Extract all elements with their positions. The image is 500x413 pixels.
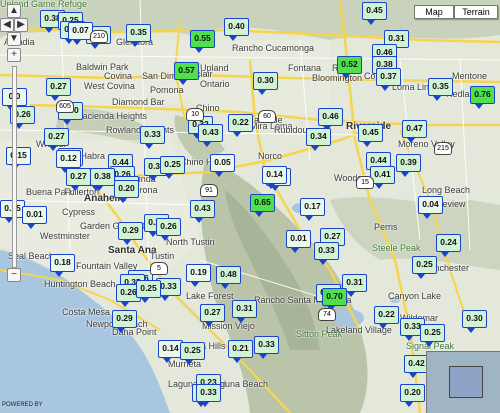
highway-shield: 605 xyxy=(56,100,74,113)
rainfall-marker[interactable]: 0.21 xyxy=(228,340,253,363)
rainfall-marker[interactable]: 0.33 xyxy=(140,126,165,149)
place-label: Costa Mesa xyxy=(62,307,111,317)
place-label: Mentone xyxy=(452,71,488,81)
place-label: Tustin xyxy=(150,251,175,261)
rainfall-marker[interactable]: 0.43 xyxy=(198,124,223,147)
overview-map[interactable] xyxy=(426,351,500,413)
map-view-button[interactable]: Map xyxy=(414,5,454,19)
rainfall-marker[interactable]: 0.34 xyxy=(306,128,331,151)
rainfall-marker[interactable]: 0.27 xyxy=(66,168,91,191)
place-label: Canyon Lake xyxy=(388,291,442,301)
rainfall-marker[interactable]: 0.29 xyxy=(118,222,143,245)
place-label: Lake Forest xyxy=(186,291,234,301)
place-label: Huntington Beach xyxy=(44,279,116,289)
rainfall-marker[interactable]: 0.04 xyxy=(418,196,443,219)
rainfall-marker[interactable]: 0.48 xyxy=(216,266,241,289)
rainfall-marker[interactable]: 0.70 xyxy=(322,288,347,311)
place-label: Pomona xyxy=(150,85,184,95)
rainfall-marker[interactable]: 0.39 xyxy=(396,154,421,177)
rainfall-marker[interactable]: 0.20 xyxy=(114,180,139,203)
rainfall-marker[interactable]: 0.17 xyxy=(300,198,325,221)
highway-shield: 10 xyxy=(186,108,204,121)
rainfall-marker[interactable]: 0.14 xyxy=(262,166,287,189)
pan-down-button[interactable]: ▼ xyxy=(7,32,21,46)
place-label: Long Beach xyxy=(422,185,471,195)
rainfall-marker[interactable]: 0.27 xyxy=(200,304,225,327)
rainfall-marker[interactable]: 0.24 xyxy=(436,234,461,257)
rainfall-marker[interactable]: 0.52 xyxy=(337,56,362,79)
rainfall-marker[interactable]: 0.43 xyxy=(190,200,215,223)
zoom-out-button[interactable]: − xyxy=(7,268,21,282)
place-label: Fontana xyxy=(288,63,322,73)
rainfall-marker[interactable]: 0.35 xyxy=(126,24,151,47)
rainfall-marker[interactable]: 0.22 xyxy=(374,306,399,329)
highway-shield: 91 xyxy=(200,184,218,197)
rainfall-marker[interactable]: 0.12 xyxy=(56,150,81,173)
place-label: Bloomington xyxy=(312,73,363,83)
rainfall-marker[interactable]: 0.05 xyxy=(210,154,235,177)
map-canvas[interactable]: ArcadiaGlendoraRancho CucamongaFontanaRi… xyxy=(0,0,500,413)
highway-shield: 5 xyxy=(150,262,168,275)
powered-by-label: POWERED BY xyxy=(2,402,43,408)
place-label: West Covina xyxy=(84,81,135,91)
rainfall-marker[interactable]: 0.27 xyxy=(44,128,69,151)
rainfall-marker[interactable]: 0.18 xyxy=(50,254,75,277)
rainfall-marker[interactable]: 0.40 xyxy=(224,18,249,41)
rainfall-marker[interactable]: 0.22 xyxy=(228,114,253,137)
zoom-in-button[interactable]: + xyxy=(7,48,21,62)
rainfall-marker[interactable]: 0.33 xyxy=(196,384,221,407)
rainfall-marker[interactable]: 0.15 xyxy=(6,147,31,170)
highway-shield: 15 xyxy=(356,176,374,189)
rainfall-marker[interactable]: 0.45 xyxy=(362,2,387,25)
rainfall-marker[interactable]: 0.30 xyxy=(253,72,278,95)
highway-shield: 210 xyxy=(90,30,108,43)
place-label: Rancho Cucamonga xyxy=(232,43,315,53)
rainfall-marker[interactable]: 0.76 xyxy=(470,86,495,109)
highway-shield: 215 xyxy=(434,142,452,155)
rainfall-marker[interactable]: 0.45 xyxy=(358,124,383,147)
place-label: Ontario xyxy=(200,79,230,89)
place-label: Steele Peak xyxy=(372,243,421,253)
highway-shield: 60 xyxy=(258,110,276,123)
highway-shield: 74 xyxy=(318,308,336,321)
rainfall-marker[interactable]: 0.01 xyxy=(22,206,47,229)
rainfall-marker[interactable]: 0.20 xyxy=(400,384,425,407)
rainfall-marker[interactable]: 0.25 xyxy=(180,342,205,365)
rainfall-marker[interactable]: 0.37 xyxy=(376,68,401,91)
overview-viewport-box[interactable] xyxy=(449,366,483,398)
place-label: Covina xyxy=(104,71,133,81)
rainfall-marker[interactable]: 0.27 xyxy=(46,78,71,101)
rainfall-marker[interactable]: 0.33 xyxy=(254,336,279,359)
rainfall-marker[interactable]: 0.29 xyxy=(112,310,137,333)
rainfall-marker[interactable]: 0.19 xyxy=(186,264,211,287)
pan-right-button[interactable]: ▶ xyxy=(14,18,28,32)
pan-up-button[interactable]: ▲ xyxy=(7,4,21,18)
rainfall-marker[interactable]: 0.31 xyxy=(232,300,257,323)
rainfall-marker[interactable]: 0.57 xyxy=(174,62,199,85)
rainfall-marker[interactable]: 0.65 xyxy=(250,194,275,217)
rainfall-marker[interactable]: 0.38 xyxy=(90,168,115,191)
rainfall-marker[interactable]: 0.25 xyxy=(412,256,437,279)
rainfall-marker[interactable]: 0.30 xyxy=(462,310,487,333)
rainfall-marker[interactable]: 0.01 xyxy=(286,230,311,253)
rainfall-marker[interactable]: 0.25 xyxy=(420,324,445,347)
rainfall-marker[interactable]: 0.25 xyxy=(136,280,161,303)
place-label: Norco xyxy=(258,151,283,161)
rainfall-marker[interactable]: 0.46 xyxy=(318,108,343,131)
rainfall-marker[interactable]: 0.47 xyxy=(402,120,427,143)
pan-left-button[interactable]: ◀ xyxy=(0,18,14,32)
place-label: Hacienda Heights xyxy=(76,111,148,121)
terrain-view-button[interactable]: Terrain xyxy=(454,5,498,19)
rainfall-marker[interactable]: 0.35 xyxy=(428,78,453,101)
rainfall-marker[interactable]: 0.55 xyxy=(190,30,215,53)
place-label: Diamond Bar xyxy=(112,97,165,107)
place-label: Cypress xyxy=(62,207,96,217)
place-label: Westminster xyxy=(40,231,90,241)
place-label: North Tustin xyxy=(166,237,215,247)
rainfall-marker[interactable]: 0.26 xyxy=(156,218,181,241)
zoom-slider[interactable] xyxy=(12,66,17,268)
rainfall-marker[interactable]: 0.33 xyxy=(314,242,339,265)
place-label: Perris xyxy=(374,222,398,232)
rainfall-marker[interactable]: 0.25 xyxy=(160,156,185,179)
